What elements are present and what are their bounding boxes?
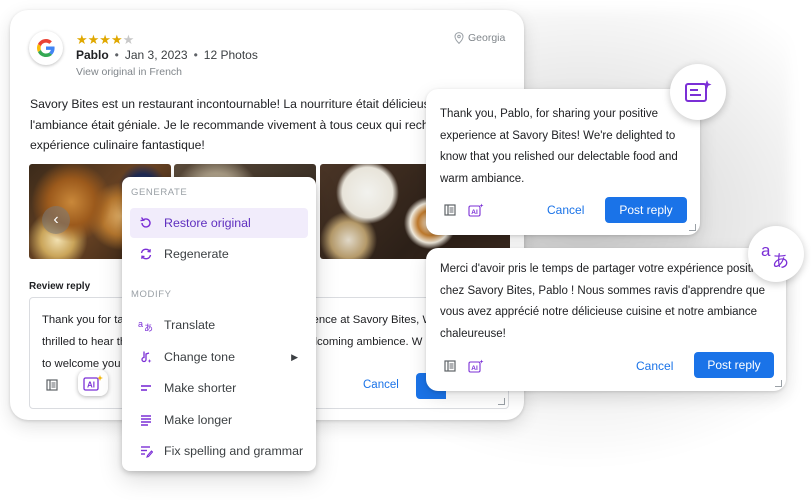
menu-item-regenerate[interactable]: Regenerate — [130, 239, 308, 269]
document-icon — [444, 204, 456, 216]
english-post-reply-button[interactable]: Post reply — [605, 197, 687, 223]
menu-item-change-tone[interactable]: Change tone ▶ — [130, 342, 308, 372]
location-label: Georgia — [468, 32, 506, 44]
english-reply-card: Thank you, Pablo, for sharing your posit… — [426, 89, 700, 235]
ai-assist-icon: AI — [468, 359, 484, 373]
restore-icon — [138, 215, 154, 231]
resize-handle-icon[interactable] — [775, 380, 782, 387]
spellcheck-icon — [138, 443, 154, 459]
menu-item-fix-spelling[interactable]: Fix spelling and grammar — [130, 436, 308, 466]
svg-text:AI: AI — [471, 365, 478, 372]
translate-bubble: aあ — [748, 226, 804, 282]
carousel-prev-button[interactable]: ‹ — [42, 206, 70, 234]
review-date: Jan 3, 2023 — [124, 48, 188, 62]
resize-handle-icon[interactable] — [498, 398, 505, 405]
reply-tools: AI — [444, 359, 484, 373]
svg-text:a: a — [761, 241, 771, 260]
menu-item-label: Fix spelling and grammar — [164, 444, 304, 458]
reply-cancel-button[interactable]: Cancel — [363, 379, 399, 391]
author-name: Pablo — [76, 48, 109, 62]
french-reply-card: Merci d'avoir pris le temps de partager … — [426, 248, 786, 391]
ai-options-menu: GENERATE Restore original Regenerate MOD… — [122, 177, 316, 471]
svg-text:あ: あ — [772, 252, 789, 269]
document-icon[interactable] — [46, 378, 58, 396]
french-post-reply-button[interactable]: Post reply — [694, 352, 774, 378]
shorter-icon — [138, 380, 154, 396]
menu-item-label: Restore original — [164, 216, 251, 230]
menu-item-make-shorter[interactable]: Make shorter — [130, 373, 308, 403]
menu-item-restore-original[interactable]: Restore original — [130, 208, 308, 238]
english-cancel-button[interactable]: Cancel — [547, 203, 584, 217]
location-pin-icon — [454, 32, 464, 44]
reply-tools: AI — [444, 203, 484, 217]
ai-write-bubble — [670, 64, 726, 120]
photo-count: 12 Photos — [203, 48, 258, 62]
translate-icon: aあ — [761, 241, 789, 269]
translate-icon: aあ — [138, 317, 154, 333]
svg-text:AI: AI — [471, 209, 478, 216]
view-original-link[interactable]: View original in French — [76, 66, 182, 78]
menu-item-label: Make shorter — [164, 381, 237, 395]
tone-icon — [138, 349, 154, 365]
rating-stars: ★★★★★ — [76, 32, 135, 47]
review-meta: Pablo • Jan 3, 2023 • 12 Photos — [76, 48, 258, 62]
regenerate-icon — [138, 246, 154, 262]
english-reply-text: Thank you, Pablo, for sharing your posit… — [440, 108, 678, 185]
svg-text:あ: あ — [144, 323, 153, 332]
ai-write-icon — [685, 80, 712, 102]
menu-item-label: Regenerate — [164, 247, 229, 261]
svg-text:a: a — [138, 319, 143, 329]
submenu-arrow-icon: ▶ — [291, 351, 298, 362]
google-logo-icon — [29, 31, 63, 65]
french-cancel-button[interactable]: Cancel — [636, 359, 673, 373]
menu-item-label: Change tone — [164, 350, 235, 364]
menu-item-label: Make longer — [164, 413, 233, 427]
resize-handle-icon[interactable] — [689, 224, 696, 231]
menu-section-modify: MODIFY — [131, 289, 172, 300]
location: Georgia — [454, 32, 505, 44]
ai-assist-icon: AI — [468, 203, 484, 217]
longer-icon — [138, 412, 154, 428]
svg-text:AI: AI — [87, 381, 95, 390]
menu-item-label: Translate — [164, 318, 216, 332]
menu-section-generate: GENERATE — [131, 187, 188, 198]
review-reply-label: Review reply — [29, 281, 91, 292]
menu-item-make-longer[interactable]: Make longer — [130, 405, 308, 435]
french-reply-text: Merci d'avoir pris le temps de partager … — [440, 263, 766, 340]
ai-assist-button[interactable]: AI — [78, 370, 108, 396]
document-icon — [444, 360, 456, 372]
menu-item-translate[interactable]: aあ Translate — [130, 310, 308, 340]
